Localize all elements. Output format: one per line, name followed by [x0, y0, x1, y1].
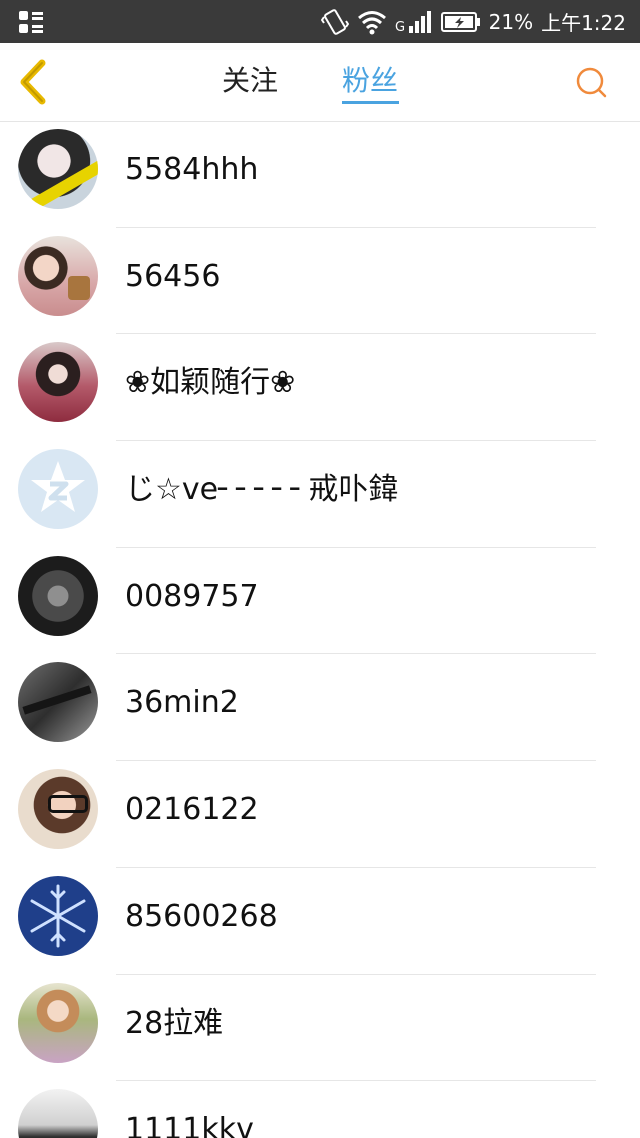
fan-row[interactable]: じ☆ve╴╴╴╴╴戒卟鍏	[0, 441, 640, 548]
fan-row[interactable]: 56456	[0, 228, 640, 335]
snowflake-icon	[30, 884, 86, 948]
avatar	[18, 982, 98, 1063]
fan-row[interactable]: ❀如颖随行❀	[0, 334, 640, 442]
fan-row[interactable]: 85600268	[0, 868, 640, 975]
back-arrow-icon[interactable]	[14, 59, 54, 105]
fan-row[interactable]: 0216122	[0, 761, 640, 868]
fans-list: 5584hhh 56456 ❀如颖随行❀ じ☆ve╴╴╴╴╴戒卟鍏 008975…	[0, 121, 640, 1138]
avatar	[18, 662, 98, 743]
wifi-icon	[357, 10, 386, 34]
fan-name: 1111kkv	[125, 1112, 254, 1138]
fan-name: 0216122	[125, 792, 259, 828]
search-icon[interactable]	[574, 65, 608, 99]
avatar	[18, 129, 98, 209]
avatar	[18, 769, 98, 850]
fan-row[interactable]: 0089757	[0, 548, 640, 655]
app-grid-icon	[19, 11, 43, 33]
avatar	[18, 235, 98, 316]
battery-icon	[440, 11, 480, 32]
default-avatar-icon	[31, 461, 85, 513]
fan-name: 85600268	[125, 898, 278, 934]
fan-row[interactable]: 5584hhh	[0, 121, 640, 228]
status-bar: G 21% 上午1:22	[0, 0, 640, 43]
fan-name: ❀如颖随行❀	[125, 365, 296, 401]
battery-percent: 21%	[488, 9, 534, 34]
fan-name: 0089757	[125, 578, 259, 614]
fans-screen: G 21% 上午1:22 关注 粉丝 5584hhh 56456 ❀如颖随行❀ …	[0, 0, 640, 1138]
network-type-label: G	[395, 20, 405, 35]
tab-follow[interactable]: 关注	[222, 63, 278, 99]
fan-name: じ☆ve╴╴╴╴╴戒卟鍏	[125, 472, 399, 508]
clock: 上午1:22	[541, 11, 626, 35]
fan-row[interactable]: 36min2	[0, 654, 640, 762]
avatar	[18, 342, 98, 423]
avatar	[18, 555, 98, 636]
active-tab-indicator	[342, 101, 399, 104]
tab-fans[interactable]: 粉丝	[342, 63, 398, 99]
vibrate-icon	[320, 8, 349, 35]
fan-row[interactable]: 28拉难	[0, 975, 640, 1082]
signal-icon: G	[395, 10, 431, 35]
fan-name: 5584hhh	[125, 152, 259, 187]
header: 关注 粉丝	[0, 43, 640, 122]
avatar	[18, 875, 98, 956]
fan-row[interactable]: 1111kkv	[0, 1081, 640, 1138]
fan-name: 36min2	[125, 685, 239, 721]
avatar	[18, 1089, 98, 1138]
fan-name: 56456	[125, 258, 221, 294]
fan-name: 28拉难	[125, 1005, 224, 1041]
avatar	[18, 449, 98, 530]
